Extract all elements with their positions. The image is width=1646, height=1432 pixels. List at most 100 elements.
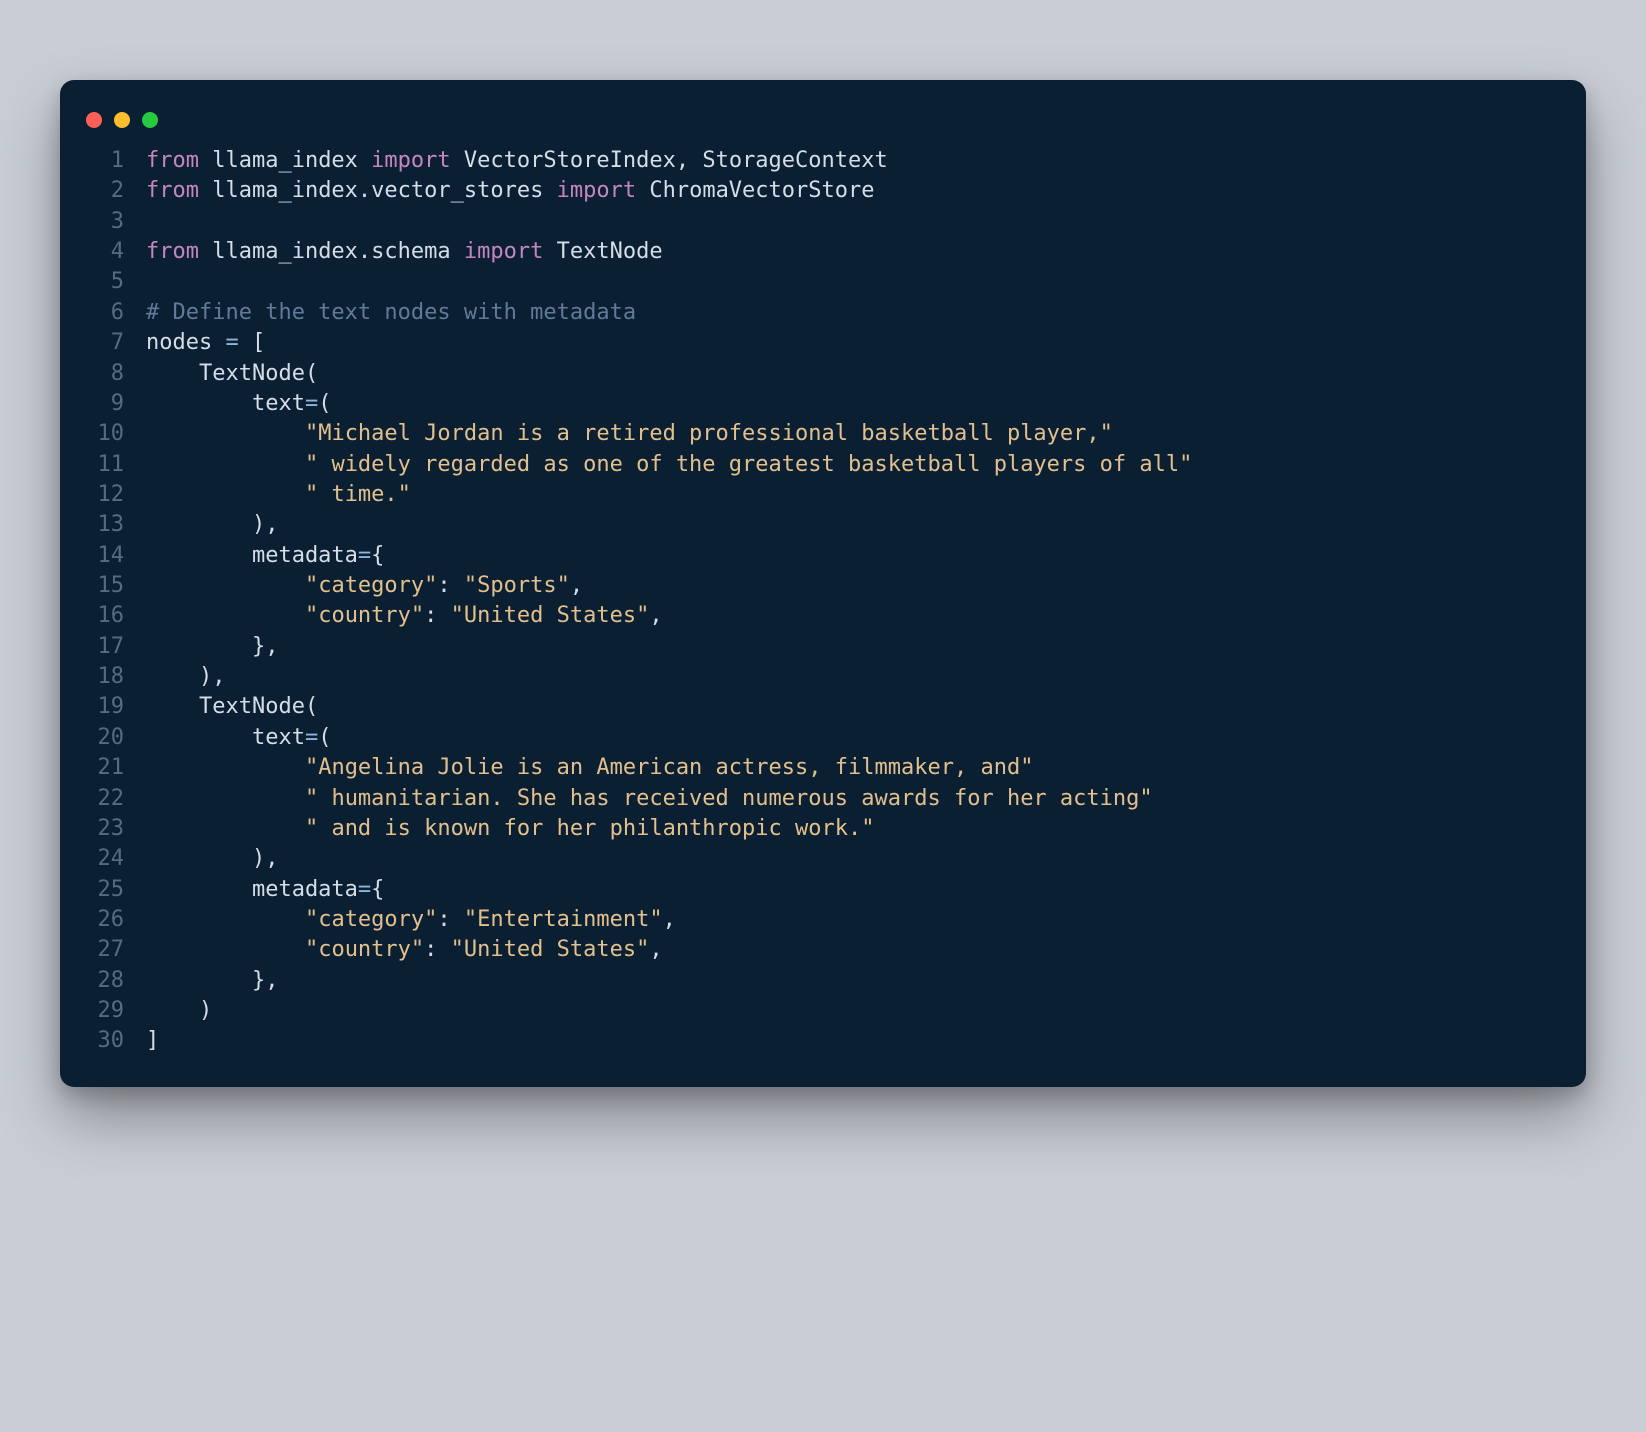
code-line[interactable]: 8 TextNode(: [80, 359, 1566, 389]
line-content[interactable]: ),: [146, 510, 1566, 540]
code-line[interactable]: 12 " time.": [80, 480, 1566, 510]
code-line[interactable]: 19 TextNode(: [80, 692, 1566, 722]
line-number: 23: [80, 814, 146, 844]
token-id: [146, 603, 305, 628]
line-content[interactable]: " widely regarded as one of the greatest…: [146, 450, 1566, 480]
line-content[interactable]: },: [146, 966, 1566, 996]
token-id: [146, 421, 305, 446]
line-content[interactable]: },: [146, 632, 1566, 662]
code-line[interactable]: 14 metadata={: [80, 541, 1566, 571]
token-op: =: [305, 391, 318, 416]
line-content[interactable]: "country": "United States",: [146, 601, 1566, 631]
token-pun: [: [252, 330, 265, 355]
line-content[interactable]: ): [146, 996, 1566, 1026]
token-pun: :: [424, 603, 451, 628]
code-line[interactable]: 9 text=(: [80, 389, 1566, 419]
line-content[interactable]: [146, 267, 1566, 297]
token-str: "Sports": [464, 573, 570, 598]
line-content[interactable]: ),: [146, 662, 1566, 692]
code-editor[interactable]: 1from llama_index import VectorStoreInde…: [80, 146, 1566, 1057]
code-line[interactable]: 7nodes = [: [80, 328, 1566, 358]
line-content[interactable]: " humanitarian. She has received numerou…: [146, 784, 1566, 814]
token-id: [146, 998, 199, 1023]
line-content[interactable]: "category": "Sports",: [146, 571, 1566, 601]
line-content[interactable]: metadata={: [146, 541, 1566, 571]
line-content[interactable]: nodes = [: [146, 328, 1566, 358]
token-str: " time.": [305, 482, 411, 507]
zoom-icon[interactable]: [142, 112, 158, 128]
code-line[interactable]: 17 },: [80, 632, 1566, 662]
token-pun: (: [305, 694, 318, 719]
token-pun: ,: [265, 968, 278, 993]
token-id: llama_index.vector_stores: [199, 178, 557, 203]
token-id: StorageContext: [702, 148, 887, 173]
line-content[interactable]: " time.": [146, 480, 1566, 510]
token-id: [146, 634, 252, 659]
line-content[interactable]: "category": "Entertainment",: [146, 905, 1566, 935]
code-line[interactable]: 25 metadata={: [80, 875, 1566, 905]
token-id: ChromaVectorStore: [636, 178, 874, 203]
code-line[interactable]: 27 "country": "United States",: [80, 935, 1566, 965]
code-line[interactable]: 5: [80, 267, 1566, 297]
token-pun: {: [371, 543, 384, 568]
token-id: [146, 452, 305, 477]
minimize-icon[interactable]: [114, 112, 130, 128]
code-line[interactable]: 16 "country": "United States",: [80, 601, 1566, 631]
line-content[interactable]: "country": "United States",: [146, 935, 1566, 965]
code-line[interactable]: 2from llama_index.vector_stores import C…: [80, 176, 1566, 206]
code-line[interactable]: 15 "category": "Sports",: [80, 571, 1566, 601]
token-pun: ): [252, 512, 265, 537]
token-id: [146, 512, 252, 537]
code-line[interactable]: 24 ),: [80, 844, 1566, 874]
line-number: 2: [80, 176, 146, 206]
token-op: =: [305, 725, 318, 750]
line-content[interactable]: ]: [146, 1026, 1566, 1056]
code-line[interactable]: 10 "Michael Jordan is a retired professi…: [80, 419, 1566, 449]
line-content[interactable]: [146, 207, 1566, 237]
line-content[interactable]: metadata={: [146, 875, 1566, 905]
token-pun: ,: [265, 634, 278, 659]
code-line[interactable]: 30]: [80, 1026, 1566, 1056]
line-content[interactable]: TextNode(: [146, 359, 1566, 389]
line-content[interactable]: ),: [146, 844, 1566, 874]
line-content[interactable]: "Angelina Jolie is an American actress, …: [146, 753, 1566, 783]
line-content[interactable]: from llama_index.schema import TextNode: [146, 237, 1566, 267]
code-line[interactable]: 23 " and is known for her philanthropic …: [80, 814, 1566, 844]
line-number: 16: [80, 601, 146, 631]
token-com: # Define the text nodes with metadata: [146, 300, 636, 325]
code-line[interactable]: 29 ): [80, 996, 1566, 1026]
code-line[interactable]: 13 ),: [80, 510, 1566, 540]
token-pun: (: [305, 361, 318, 386]
line-number: 3: [80, 207, 146, 237]
code-line[interactable]: 26 "category": "Entertainment",: [80, 905, 1566, 935]
token-pun: ,: [265, 512, 278, 537]
token-id: TextNode: [146, 361, 305, 386]
code-line[interactable]: 4from llama_index.schema import TextNode: [80, 237, 1566, 267]
token-pun: :: [437, 907, 464, 932]
token-kw: from: [146, 148, 199, 173]
token-pun: ): [252, 846, 265, 871]
line-content[interactable]: text=(: [146, 389, 1566, 419]
line-content[interactable]: "Michael Jordan is a retired professiona…: [146, 419, 1566, 449]
token-id: metadata: [146, 543, 358, 568]
line-content[interactable]: " and is known for her philanthropic wor…: [146, 814, 1566, 844]
token-id: [146, 482, 305, 507]
code-line[interactable]: 28 },: [80, 966, 1566, 996]
token-pun: ,: [649, 603, 662, 628]
code-line[interactable]: 6# Define the text nodes with metadata: [80, 298, 1566, 328]
code-line[interactable]: 1from llama_index import VectorStoreInde…: [80, 146, 1566, 176]
code-line[interactable]: 11 " widely regarded as one of the great…: [80, 450, 1566, 480]
code-line[interactable]: 18 ),: [80, 662, 1566, 692]
token-id: [146, 846, 252, 871]
line-content[interactable]: text=(: [146, 723, 1566, 753]
close-icon[interactable]: [86, 112, 102, 128]
line-content[interactable]: from llama_index import VectorStoreIndex…: [146, 146, 1566, 176]
code-line[interactable]: 20 text=(: [80, 723, 1566, 753]
line-content[interactable]: from llama_index.vector_stores import Ch…: [146, 176, 1566, 206]
code-line[interactable]: 22 " humanitarian. She has received nume…: [80, 784, 1566, 814]
line-number: 29: [80, 996, 146, 1026]
line-content[interactable]: # Define the text nodes with metadata: [146, 298, 1566, 328]
code-line[interactable]: 3: [80, 207, 1566, 237]
line-content[interactable]: TextNode(: [146, 692, 1566, 722]
code-line[interactable]: 21 "Angelina Jolie is an American actres…: [80, 753, 1566, 783]
